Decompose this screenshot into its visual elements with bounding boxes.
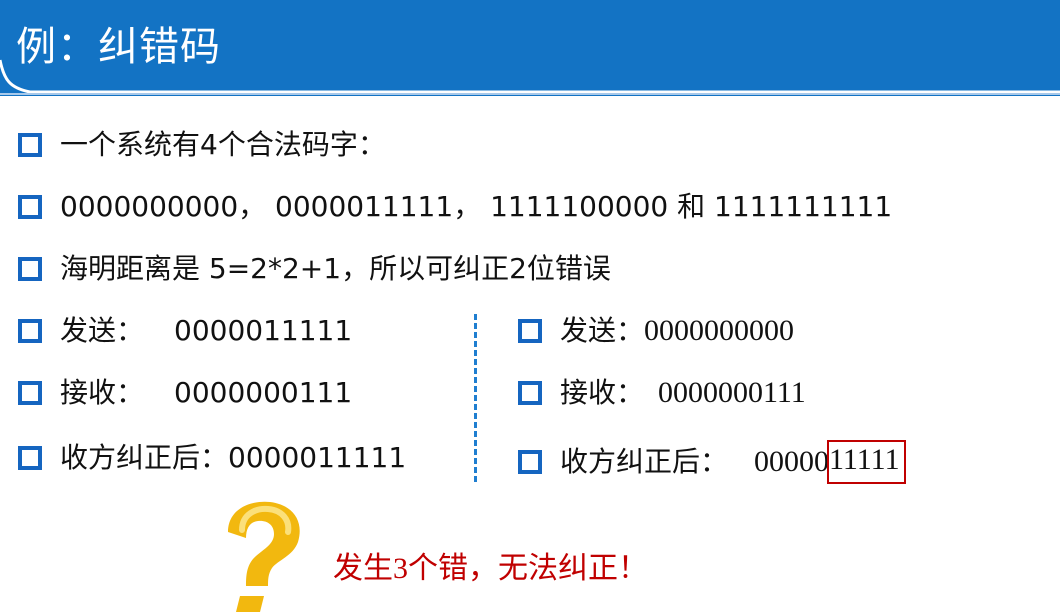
list-item-text: 一个系统有4个合法码字： bbox=[60, 128, 386, 161]
list-item: 海明距离是 5=2*2+1，所以可纠正2位错误 bbox=[18, 251, 611, 287]
list-item: 0000000000， 0000011111， 1111100000 和 111… bbox=[18, 189, 892, 225]
question-mark-icon bbox=[228, 501, 300, 612]
right-send-value: 0000000000 bbox=[644, 314, 795, 347]
column-divider bbox=[474, 314, 477, 482]
left-send-value: 0000011111 bbox=[174, 314, 353, 347]
title-bar: 例：纠错码 bbox=[0, 0, 1060, 96]
hollow-square-bullet-icon bbox=[18, 446, 42, 470]
hollow-square-bullet-icon bbox=[18, 257, 42, 281]
left-recv-label: 接收： bbox=[60, 376, 145, 409]
left-fix-row: 收方纠正后： 0000011111 bbox=[18, 440, 406, 476]
left-send-row: 发送： 0000011111 bbox=[18, 313, 352, 349]
page-title: 例：纠错码 bbox=[16, 24, 221, 70]
right-send-label: 发送： bbox=[560, 314, 645, 347]
right-recv-row: 接收： 0000000111 bbox=[518, 375, 806, 411]
left-recv-row: 接收： 0000000111 bbox=[18, 375, 352, 411]
hollow-square-bullet-icon bbox=[518, 450, 542, 474]
right-recv-value: 0000000111 bbox=[658, 376, 806, 409]
hollow-square-bullet-icon bbox=[18, 133, 42, 157]
hollow-square-bullet-icon bbox=[18, 319, 42, 343]
hollow-square-bullet-icon bbox=[518, 381, 542, 405]
right-fix-value-plain: 00000 bbox=[754, 445, 830, 478]
list-item: 一个系统有4个合法码字： bbox=[18, 127, 386, 163]
codewords-text: 0000000000， 0000011111， 1111100000 和 111… bbox=[60, 190, 893, 223]
left-recv-value: 0000000111 bbox=[174, 376, 353, 409]
left-fix-value: 0000011111 bbox=[228, 441, 407, 474]
right-recv-label: 接收： bbox=[560, 376, 645, 409]
left-fix-label: 收方纠正后： bbox=[60, 441, 229, 474]
highlighted-bits: 11111 bbox=[827, 440, 906, 484]
right-send-row: 发送： 0000000000 bbox=[518, 313, 794, 349]
list-item-text: 海明距离是 5=2*2+1，所以可纠正2位错误 bbox=[60, 252, 611, 285]
right-fix-label: 收方纠正后： bbox=[560, 445, 729, 478]
right-fix-row: 收方纠正后： 00000 11111 bbox=[518, 440, 906, 484]
left-send-label: 发送： bbox=[60, 314, 145, 347]
hollow-square-bullet-icon bbox=[18, 381, 42, 405]
conclusion-text: 发生3个错，无法纠正！ bbox=[333, 552, 648, 585]
hollow-square-bullet-icon bbox=[18, 195, 42, 219]
hollow-square-bullet-icon bbox=[518, 319, 542, 343]
